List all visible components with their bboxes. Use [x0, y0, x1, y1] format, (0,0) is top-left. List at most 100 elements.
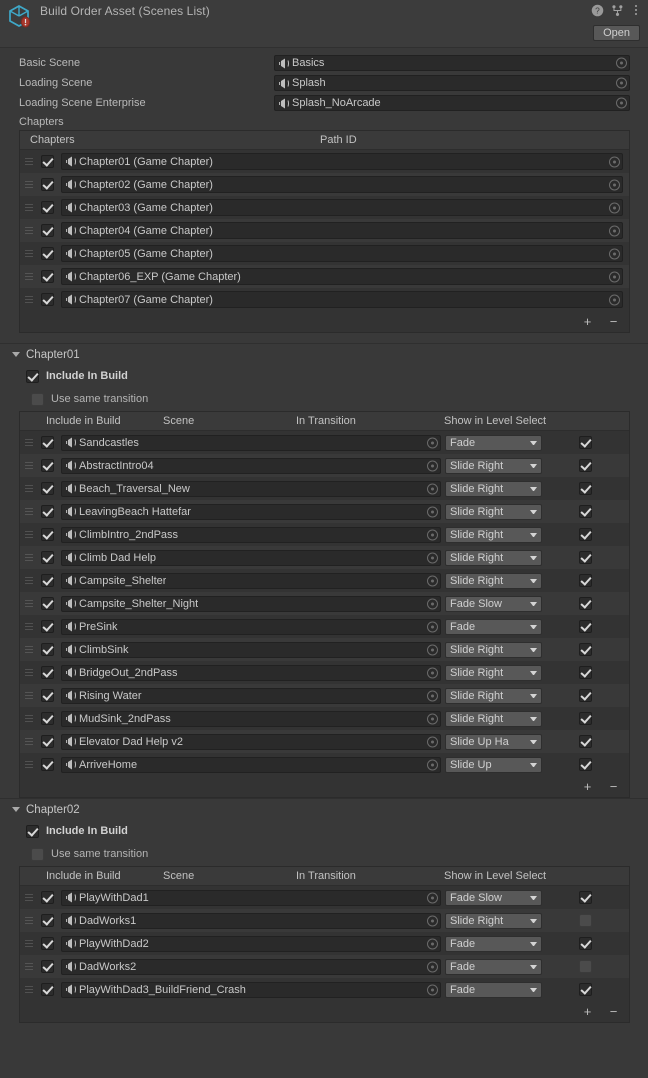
object-picker-icon[interactable] — [427, 644, 438, 655]
in-transition-dropdown[interactable]: Fade Slow — [445, 889, 542, 906]
scene-object-field[interactable]: Campsite_Shelter — [61, 572, 441, 589]
in-transition-dropdown[interactable]: Slide Right — [445, 572, 542, 589]
object-picker-icon[interactable] — [427, 938, 438, 949]
show-in-level-select-checkbox[interactable] — [579, 937, 592, 950]
object-picker-icon[interactable] — [427, 736, 438, 747]
scene-object-field[interactable]: DadWorks2 — [61, 958, 441, 975]
drag-handle[interactable] — [22, 985, 36, 995]
show-in-level-select-checkbox[interactable] — [579, 459, 592, 472]
object-picker-icon[interactable] — [427, 690, 438, 701]
scene-object-field[interactable]: AbstractIntro04 — [61, 457, 441, 474]
drag-handle[interactable] — [22, 272, 36, 282]
show-in-level-select-checkbox[interactable] — [579, 712, 592, 725]
in-transition-dropdown[interactable]: Slide Right — [445, 664, 542, 681]
scene-object-field[interactable]: PlayWithDad3_BuildFriend_Crash — [61, 981, 441, 998]
show-in-level-select-checkbox[interactable] — [579, 666, 592, 679]
scene-include-checkbox[interactable] — [41, 482, 54, 495]
object-picker-icon[interactable] — [616, 97, 627, 109]
show-in-level-select-checkbox[interactable] — [579, 505, 592, 518]
scene-object-field[interactable]: PlayWithDad2 — [61, 935, 441, 952]
show-in-level-select-checkbox[interactable] — [579, 891, 592, 904]
drag-handle[interactable] — [22, 226, 36, 236]
loading-scene-field[interactable]: Splash — [274, 75, 630, 91]
object-picker-icon[interactable] — [609, 248, 620, 259]
scene-object-field[interactable]: Campsite_Shelter_Night — [61, 595, 441, 612]
drag-handle[interactable] — [22, 691, 36, 701]
in-transition-dropdown[interactable]: Slide Right — [445, 457, 542, 474]
in-transition-dropdown[interactable]: Slide Right — [445, 480, 542, 497]
object-picker-icon[interactable] — [427, 961, 438, 972]
drag-handle[interactable] — [22, 249, 36, 259]
use-same-transition-checkbox[interactable] — [31, 392, 44, 406]
basic-scene-field[interactable]: Basics — [274, 55, 630, 71]
show-in-level-select-checkbox[interactable] — [579, 597, 592, 610]
scene-include-checkbox[interactable] — [41, 528, 54, 541]
drag-handle[interactable] — [22, 599, 36, 609]
object-picker-icon[interactable] — [427, 915, 438, 926]
object-picker-icon[interactable] — [427, 892, 438, 903]
remove-chapter-button[interactable]: − — [607, 315, 620, 328]
chapter-foldout-header[interactable]: Chapter02 — [0, 799, 648, 820]
show-in-level-select-checkbox[interactable] — [579, 689, 592, 702]
scene-include-checkbox[interactable] — [41, 735, 54, 748]
chapter-include-checkbox[interactable] — [41, 293, 54, 306]
object-picker-icon[interactable] — [427, 529, 438, 540]
chapter-object-field[interactable]: Chapter04 (Game Chapter) — [61, 222, 623, 239]
scene-include-checkbox[interactable] — [41, 983, 54, 996]
drag-handle[interactable] — [22, 668, 36, 678]
show-in-level-select-checkbox[interactable] — [579, 643, 592, 656]
drag-handle[interactable] — [22, 939, 36, 949]
scene-include-checkbox[interactable] — [41, 551, 54, 564]
scene-object-field[interactable]: Climb Dad Help — [61, 549, 441, 566]
scene-include-checkbox[interactable] — [41, 960, 54, 973]
show-in-level-select-checkbox[interactable] — [579, 574, 592, 587]
object-picker-icon[interactable] — [427, 598, 438, 609]
chapter-object-field[interactable]: Chapter05 (Game Chapter) — [61, 245, 623, 262]
chapter-foldout-header[interactable]: Chapter01 — [0, 344, 648, 365]
chapter-include-checkbox[interactable] — [41, 178, 54, 191]
object-picker-icon[interactable] — [427, 552, 438, 563]
object-picker-icon[interactable] — [427, 575, 438, 586]
in-transition-dropdown[interactable]: Fade — [445, 981, 542, 998]
in-transition-dropdown[interactable]: Fade — [445, 618, 542, 635]
scene-object-field[interactable]: Beach_Traversal_New — [61, 480, 441, 497]
show-in-level-select-checkbox[interactable] — [579, 735, 592, 748]
chapter-include-checkbox[interactable] — [41, 155, 54, 168]
drag-handle[interactable] — [22, 295, 36, 305]
in-transition-dropdown[interactable]: Slide Up Ha — [445, 733, 542, 750]
show-in-level-select-checkbox[interactable] — [579, 983, 592, 996]
show-in-level-select-checkbox[interactable] — [579, 482, 592, 495]
chapter-object-field[interactable]: Chapter02 (Game Chapter) — [61, 176, 623, 193]
in-transition-dropdown[interactable]: Slide Right — [445, 912, 542, 929]
show-in-level-select-checkbox[interactable] — [579, 528, 592, 541]
remove-scene-button[interactable]: − — [607, 1005, 620, 1018]
scene-include-checkbox[interactable] — [41, 574, 54, 587]
scene-object-field[interactable]: Rising Water — [61, 687, 441, 704]
scene-include-checkbox[interactable] — [41, 937, 54, 950]
chapter-include-checkbox[interactable] — [41, 247, 54, 260]
object-picker-icon[interactable] — [427, 483, 438, 494]
object-picker-icon[interactable] — [609, 294, 620, 305]
add-scene-button[interactable]: + — [581, 1005, 594, 1018]
foldout-triangle-icon[interactable] — [12, 352, 20, 357]
in-transition-dropdown[interactable]: Slide Right — [445, 710, 542, 727]
scene-include-checkbox[interactable] — [41, 689, 54, 702]
drag-handle[interactable] — [22, 507, 36, 517]
object-picker-icon[interactable] — [427, 621, 438, 632]
open-button[interactable]: Open — [593, 25, 640, 41]
use-same-transition-checkbox[interactable] — [31, 847, 44, 861]
scene-include-checkbox[interactable] — [41, 620, 54, 633]
show-in-level-select-checkbox[interactable] — [579, 960, 592, 973]
object-picker-icon[interactable] — [427, 667, 438, 678]
drag-handle[interactable] — [22, 645, 36, 655]
scene-object-field[interactable]: PreSink — [61, 618, 441, 635]
scene-include-checkbox[interactable] — [41, 891, 54, 904]
remove-scene-button[interactable]: − — [607, 780, 620, 793]
drag-handle[interactable] — [22, 180, 36, 190]
drag-handle[interactable] — [22, 760, 36, 770]
scene-include-checkbox[interactable] — [41, 459, 54, 472]
drag-handle[interactable] — [22, 484, 36, 494]
preset-icon[interactable] — [611, 4, 624, 17]
scene-object-field[interactable]: LeavingBeach Hattefar — [61, 503, 441, 520]
scene-object-field[interactable]: BridgeOut_2ndPass — [61, 664, 441, 681]
